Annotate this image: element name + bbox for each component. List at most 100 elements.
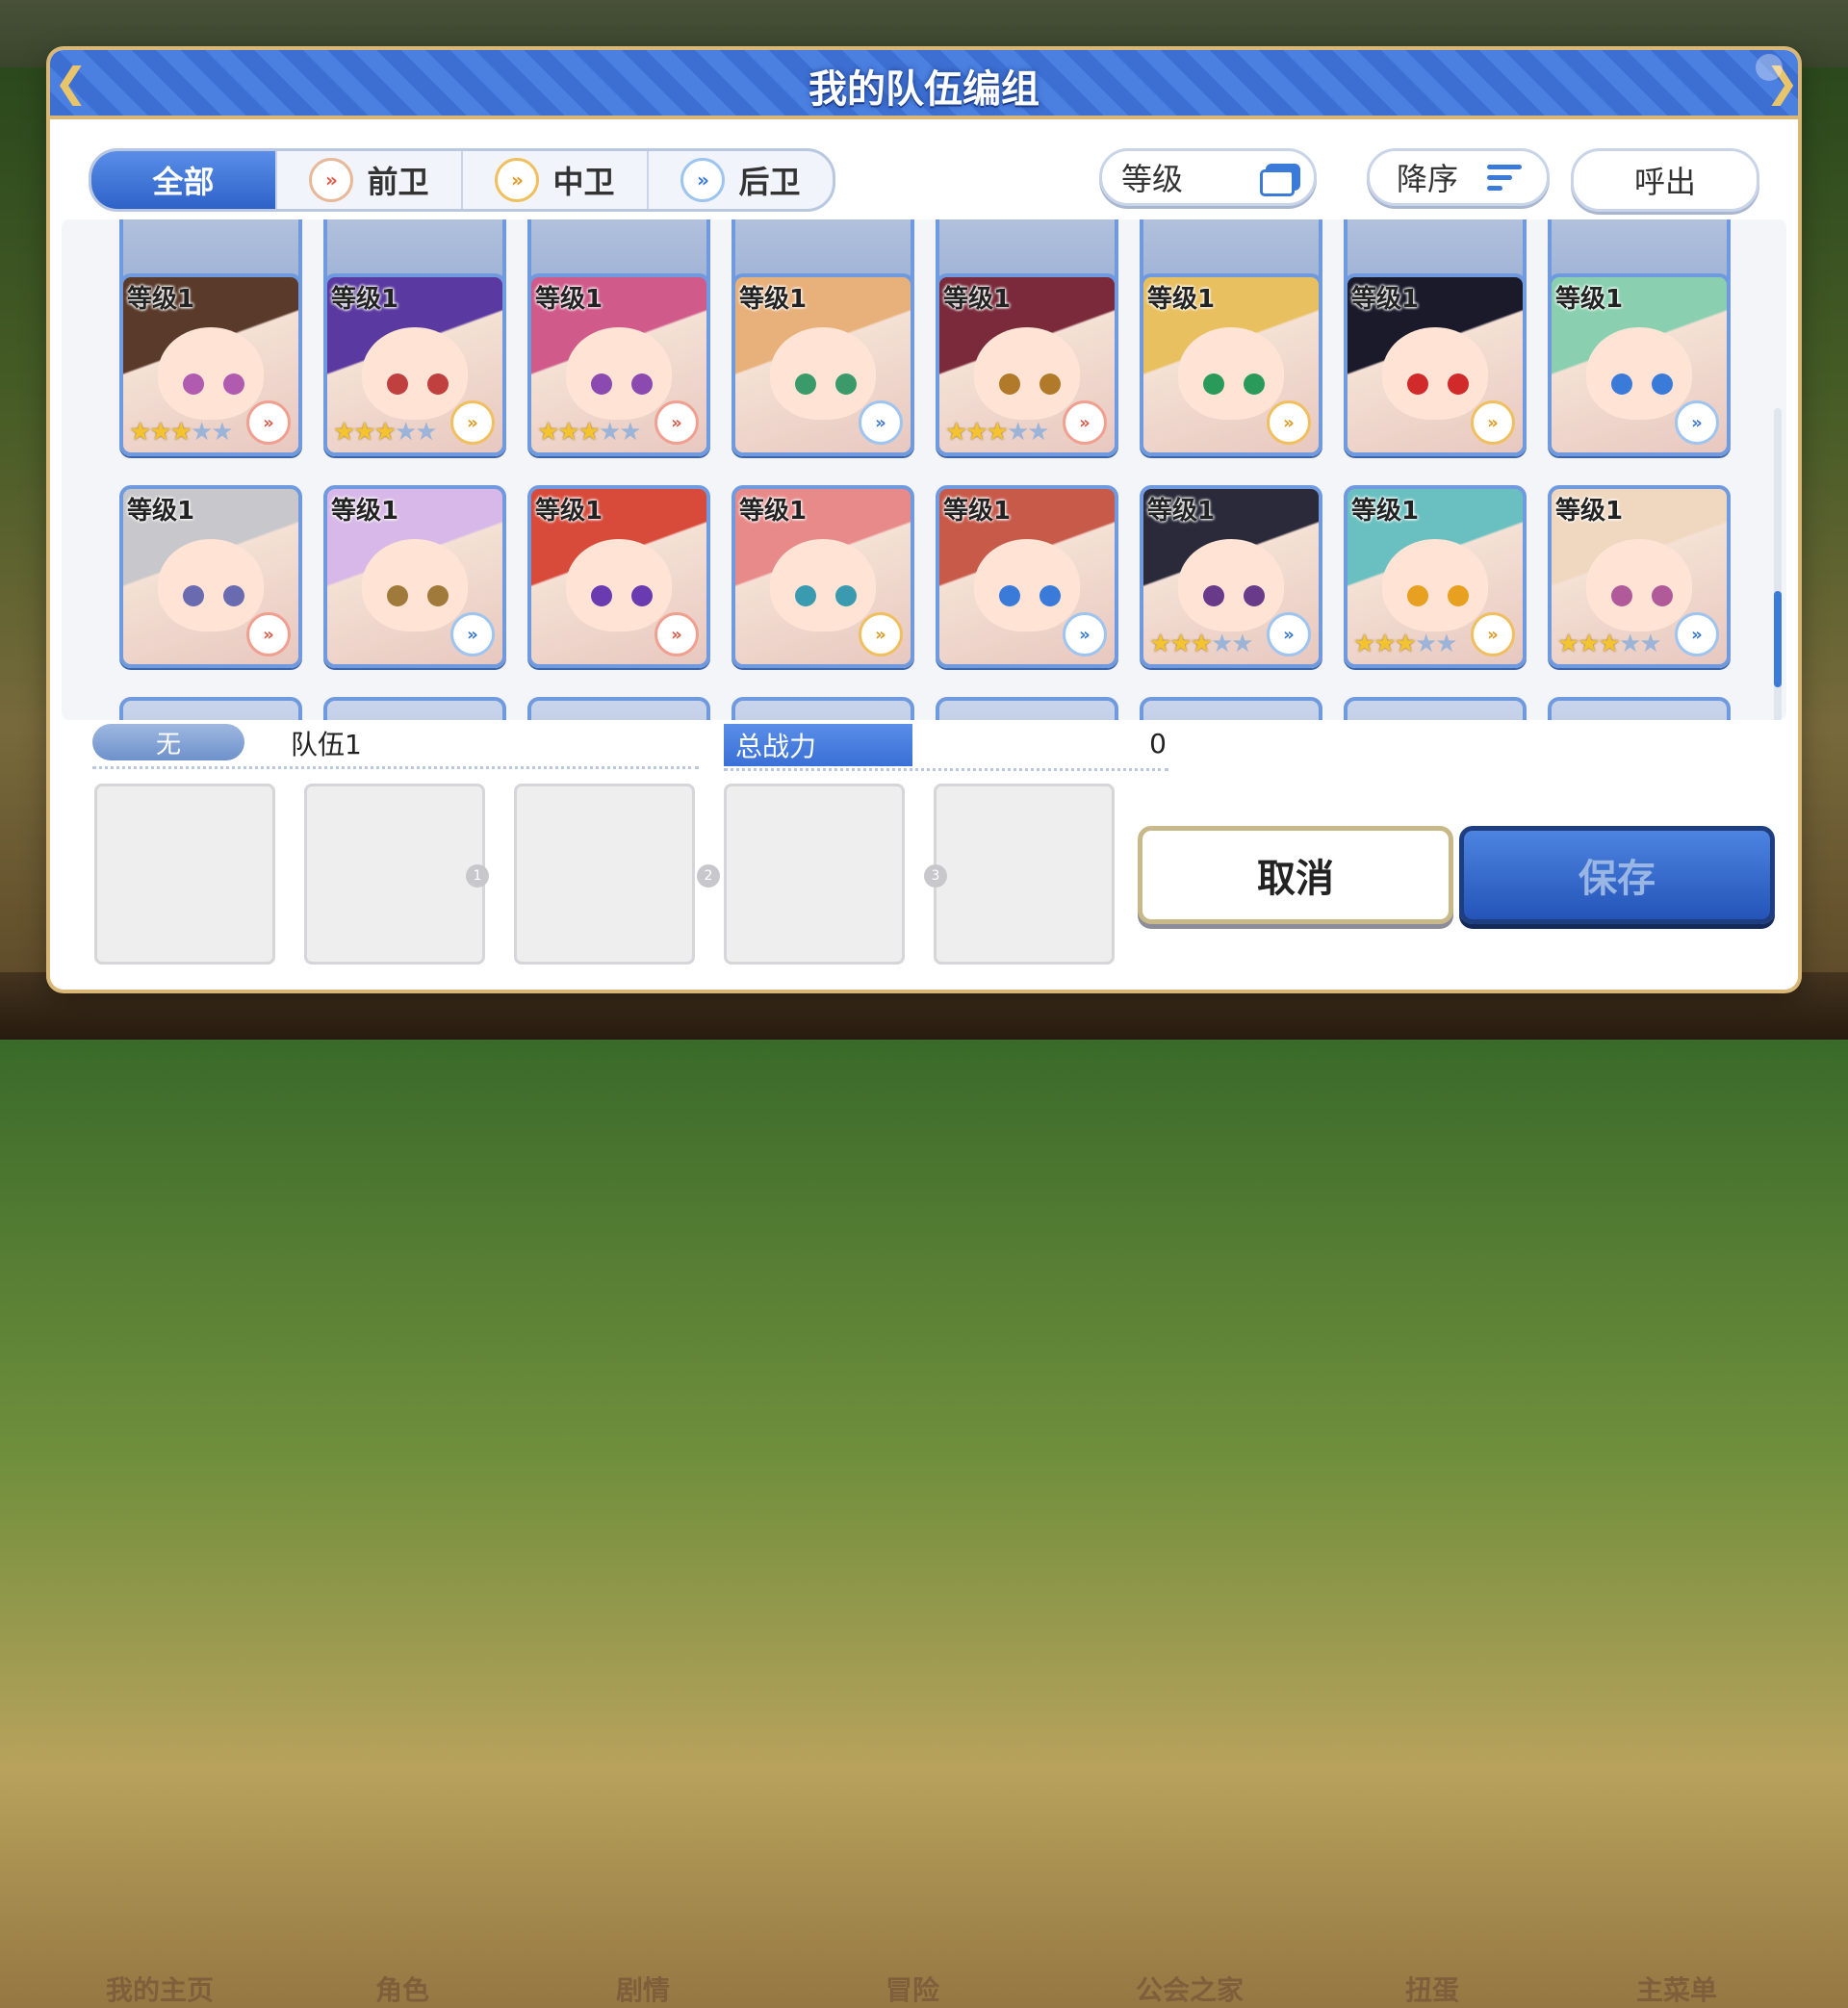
rearguard-icon: » (1675, 400, 1719, 445)
character-portrait (770, 327, 876, 420)
close-icon[interactable] (1756, 54, 1783, 81)
save-button[interactable]: 保存 (1459, 826, 1775, 924)
grid-scrollbar[interactable] (1774, 408, 1782, 720)
team-slot-4[interactable] (724, 784, 905, 965)
vanguard-icon: » (309, 158, 354, 202)
character-portrait (1586, 327, 1692, 420)
slot-number: 3 (924, 864, 947, 888)
team-slot-5[interactable] (934, 784, 1115, 965)
character-card[interactable]: 等级1 » (732, 273, 914, 456)
portrait-eye (427, 585, 449, 606)
portrait-eye (223, 373, 244, 395)
star-rating: ★★★★★ (129, 418, 234, 447)
character-grid: 等级1 ★★★★★ » 等级1 ★★★★★ » 等级1 ★★★★★ » 等级1 » 等级1 ★★★★★ »… (62, 219, 1786, 720)
scrollbar-thumb[interactable] (1774, 591, 1782, 687)
star-rating: ★★★★★ (333, 418, 438, 447)
character-card[interactable]: 等级1 » (936, 485, 1118, 668)
sort-order-label: 降序 (1397, 161, 1459, 197)
portrait-eye (1611, 373, 1632, 395)
portrait-eye (591, 373, 612, 395)
character-portrait (1586, 539, 1692, 631)
sort-order-button[interactable]: 降序 (1367, 148, 1550, 206)
character-card[interactable]: 等级1 » (1140, 273, 1322, 456)
nav-characters: 角色 (375, 1974, 430, 2006)
rearguard-icon: » (859, 400, 903, 445)
team-slot-1[interactable] (94, 784, 275, 965)
portrait-eye (223, 585, 244, 606)
character-portrait (1178, 327, 1284, 420)
team-tag[interactable]: 无 (92, 724, 244, 760)
team-name: 队伍1 (291, 729, 362, 760)
portrait-eye (1652, 585, 1673, 606)
nav-guild: 公会之家 (1136, 1974, 1245, 2006)
portrait-eye (631, 373, 653, 395)
character-card-partial[interactable] (1344, 697, 1527, 720)
character-card[interactable]: 等级1 » (119, 485, 302, 668)
character-level: 等级1 (127, 285, 195, 314)
portrait-eye (631, 585, 653, 606)
tab-midguard[interactable]: » 中卫 (463, 151, 649, 209)
character-card[interactable]: 等级1 ★★★★★ » (1548, 485, 1731, 668)
character-card[interactable]: 等级1 ★★★★★ » (527, 273, 710, 456)
call-out-label: 呼出 (1633, 164, 1696, 200)
character-portrait (566, 327, 672, 420)
character-card[interactable]: 等级1 » (732, 485, 914, 668)
character-level: 等级1 (1147, 285, 1216, 314)
divider (92, 766, 699, 769)
character-level: 等级1 (127, 497, 195, 526)
cancel-button[interactable]: 取消 (1138, 826, 1453, 924)
character-card-partial[interactable] (1140, 697, 1322, 720)
midguard-icon: » (1267, 400, 1311, 445)
character-card[interactable]: 等级1 » (323, 485, 506, 668)
character-portrait (974, 539, 1080, 631)
character-card[interactable]: 等级1 ★★★★★ » (1140, 485, 1322, 668)
star-rating: ★★★★★ (1149, 630, 1254, 658)
character-card[interactable]: 等级1 ★★★★★ » (119, 273, 302, 456)
slot-number: 2 (697, 864, 720, 888)
sort-field-button[interactable]: 等级 (1099, 148, 1317, 206)
portrait-eye (1203, 373, 1224, 395)
rearguard-icon: » (1063, 612, 1107, 656)
character-card[interactable]: 等级1 » (527, 485, 710, 668)
star-rating: ★★★★★ (945, 418, 1050, 447)
character-card-partial[interactable] (323, 697, 506, 720)
midguard-icon: » (495, 158, 540, 202)
character-card[interactable]: 等级1 ★★★★★ » (936, 273, 1118, 456)
character-card[interactable]: 等级1 ★★★★★ » (323, 273, 506, 456)
character-card-partial[interactable] (936, 697, 1118, 720)
tab-all-label: 全部 (152, 164, 215, 200)
character-level: 等级1 (943, 285, 1012, 314)
character-portrait (158, 539, 264, 631)
team-slot-2[interactable] (304, 784, 485, 965)
character-card-partial[interactable] (1548, 697, 1731, 720)
sort-descending-icon (1487, 164, 1523, 191)
portrait-eye (1203, 585, 1224, 606)
tab-vanguard[interactable]: » 前卫 (277, 151, 463, 209)
character-card-partial[interactable] (527, 697, 710, 720)
character-level: 等级1 (535, 497, 603, 526)
character-card-partial[interactable] (119, 697, 302, 720)
nav-gacha: 扭蛋 (1405, 1974, 1460, 2006)
portrait-eye (183, 585, 204, 606)
character-level: 等级1 (331, 497, 399, 526)
character-card[interactable]: 等级1 ★★★★★ » (1344, 485, 1527, 668)
character-level: 等级1 (943, 497, 1012, 526)
character-card[interactable]: 等级1 » (1548, 273, 1731, 456)
character-card-partial[interactable] (732, 697, 914, 720)
rearguard-icon: » (1267, 612, 1311, 656)
tab-all[interactable]: 全部 (91, 151, 277, 209)
call-out-button[interactable]: 呼出 (1571, 148, 1759, 212)
character-level: 等级1 (1555, 497, 1624, 526)
vanguard-icon: » (246, 612, 291, 656)
team-slot-3[interactable] (514, 784, 695, 965)
sort-field-toggle-icon (1260, 164, 1300, 196)
character-portrait (1382, 327, 1488, 420)
portrait-eye (835, 373, 857, 395)
character-card[interactable]: 等级1 » (1344, 273, 1527, 456)
star-rating: ★★★★★ (1353, 630, 1458, 658)
role-filter-tabs: 全部 » 前卫 » 中卫 » 后卫 (89, 148, 835, 212)
dialog-header: ❮ ❯ 我的队伍编组 (50, 50, 1798, 119)
tab-rearguard[interactable]: » 后卫 (649, 151, 833, 209)
portrait-eye (1407, 585, 1428, 606)
portrait-eye (1407, 373, 1428, 395)
